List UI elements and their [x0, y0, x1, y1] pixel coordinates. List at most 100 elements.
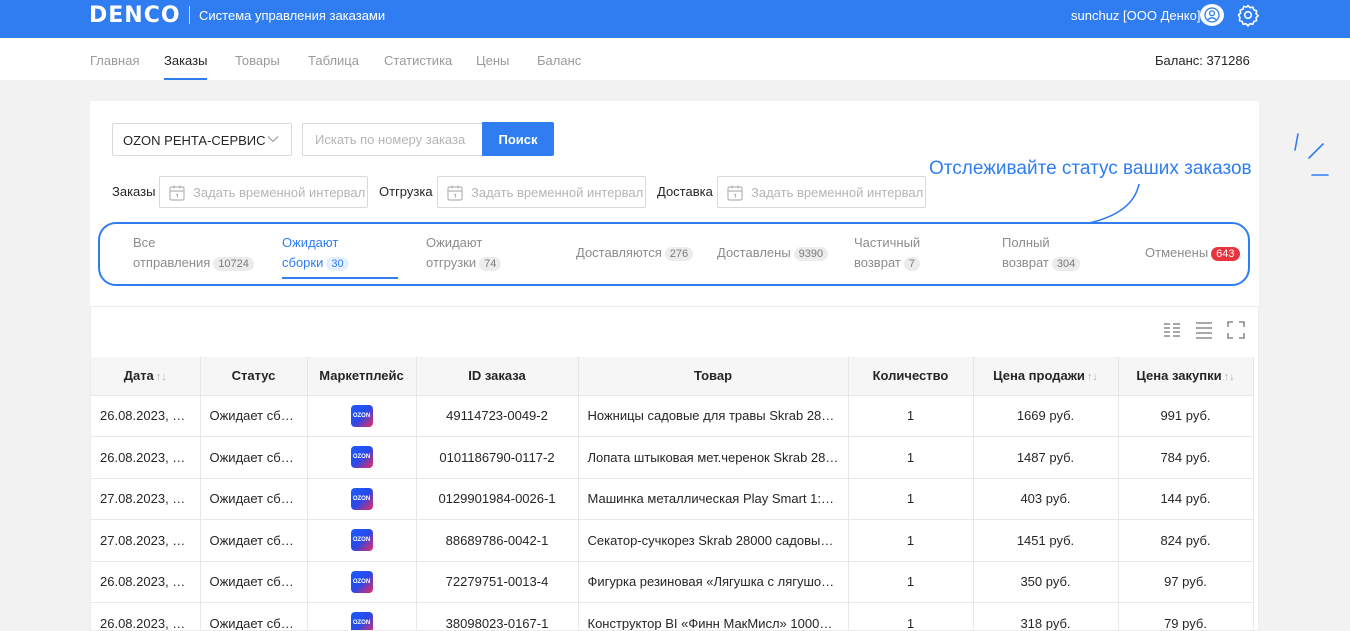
- calendar-icon: [169, 185, 185, 201]
- cell-order-id: 38098023-0167-1: [416, 602, 579, 630]
- tab-label: отгрузки: [426, 255, 477, 270]
- delivery-date-range[interactable]: Задать временной интервал: [717, 176, 926, 208]
- cell-status: Ожидает сбо...: [200, 602, 308, 630]
- tab-partial-return[interactable]: Частичный возврат 7: [854, 233, 920, 273]
- table-row[interactable]: 27.08.2023, 15... Ожидает сбо... OZON 88…: [91, 519, 1254, 562]
- calendar-icon: [447, 185, 463, 201]
- cell-date: 26.08.2023, 15...: [91, 395, 201, 437]
- tab-label: Полный: [1002, 235, 1050, 250]
- column-header-order-id: ID заказа: [416, 357, 579, 396]
- cell-sale-price: 350 руб.: [973, 561, 1119, 603]
- tab-label: Доставляются: [576, 245, 662, 260]
- chevron-down-icon: [267, 136, 279, 143]
- cell-quantity: 1: [848, 436, 974, 479]
- marketplace-select[interactable]: OZON РЕНТА-СЕРВИС: [112, 123, 292, 156]
- table-row[interactable]: 26.08.2023, 15... Ожидает сбо... OZON 01…: [91, 436, 1254, 479]
- cell-product: Ножницы садовые для травы Skrab 2805...: [578, 395, 849, 437]
- cell-quantity: 1: [848, 478, 974, 520]
- tab-count-badge: 304: [1051, 257, 1081, 271]
- cell-purchase-price: 79 руб.: [1118, 602, 1254, 630]
- cell-order-id: 72279751-0013-4: [416, 561, 579, 603]
- user-name[interactable]: sunchuz [ООО Денко]: [1071, 8, 1200, 23]
- shipment-date-range[interactable]: Задать временной интервал: [437, 176, 646, 208]
- cell-marketplace: OZON: [307, 395, 417, 437]
- settings-gear-icon[interactable]: [1236, 3, 1260, 27]
- shipment-date-placeholder: Задать временной интервал: [471, 185, 644, 200]
- cell-marketplace: OZON: [307, 436, 417, 479]
- cell-sale-price: 1451 руб.: [973, 519, 1119, 562]
- tab-all-shipments[interactable]: Все отправления 10724: [133, 233, 254, 273]
- cell-product: Машинка металлическая Play Smart 1:52 ..…: [578, 478, 849, 520]
- column-header-purchase-price[interactable]: Цена закупки ↑↓: [1118, 357, 1254, 396]
- table-row[interactable]: 26.08.2023, 16... Ожидает сбо... OZON 38…: [91, 602, 1254, 630]
- calendar-icon: [727, 185, 743, 201]
- table-header-row: Дата ↑↓ Статус Маркетплейс ID заказа Това…: [91, 357, 1254, 396]
- order-search-input[interactable]: [302, 123, 483, 156]
- orders-table-card: Дата ↑↓ Статус Маркетплейс ID заказа Това…: [90, 306, 1259, 631]
- balance-value: Баланс: 371286: [1155, 53, 1250, 68]
- cell-quantity: 1: [848, 561, 974, 603]
- cell-order-id: 49114723-0049-2: [416, 395, 579, 437]
- cell-order-id: 0129901984-0026-1: [416, 478, 579, 520]
- fullscreen-icon[interactable]: [1226, 320, 1246, 340]
- tab-label: Частичный: [854, 235, 921, 250]
- tab-full-return[interactable]: Полный возврат 304: [1002, 233, 1081, 273]
- density-icon[interactable]: [1194, 320, 1214, 340]
- orders-date-range[interactable]: Задать временной интервал: [159, 176, 368, 208]
- cell-purchase-price: 824 руб.: [1118, 519, 1254, 562]
- callout-arrow: [1088, 183, 1140, 224]
- table-row[interactable]: 26.08.2023, 15... Ожидает сбо... OZON 49…: [91, 395, 1254, 437]
- cell-order-id: 88689786-0042-1: [416, 519, 579, 562]
- column-header-label: Товар: [693, 368, 733, 384]
- cell-marketplace: OZON: [307, 602, 417, 630]
- cell-purchase-price: 97 руб.: [1118, 561, 1254, 603]
- tab-label: возврат: [1002, 255, 1049, 270]
- cell-product: Конструктор BI «Финн МакМисл» 10004 (...: [578, 602, 849, 630]
- tab-label: Все: [133, 235, 156, 250]
- cell-quantity: 1: [848, 602, 974, 630]
- cell-status: Ожидает сбо...: [200, 436, 308, 479]
- logo: DENCO: [89, 3, 181, 28]
- tab-count-badge: 10724: [213, 257, 254, 271]
- column-header-sale-price[interactable]: Цена продажи ↑↓: [973, 357, 1119, 396]
- tab-awaiting-shipment[interactable]: Ожидают отгрузки 74: [426, 233, 502, 273]
- column-header-product: Товар: [578, 357, 849, 396]
- table-row[interactable]: 27.08.2023, 14... Ожидает сбо... OZON 01…: [91, 478, 1254, 520]
- cell-date: 26.08.2023, 15...: [91, 436, 201, 479]
- cell-sale-price: 1487 руб.: [973, 436, 1119, 479]
- tab-active-indicator: [282, 277, 398, 279]
- tab-count-badge: 643: [1211, 247, 1240, 261]
- cell-order-id: 0101186790-0117-2: [416, 436, 579, 479]
- orders-table: Дата ↑↓ Статус Маркетплейс ID заказа Това…: [91, 357, 1254, 630]
- table-row[interactable]: 26.08.2023, 16... Ожидает сбо... OZON 72…: [91, 561, 1254, 603]
- tab-label: сборки: [282, 255, 324, 270]
- user-avatar-icon[interactable]: [1200, 4, 1224, 26]
- ozon-logo-icon: OZON: [350, 404, 373, 427]
- orders-date-placeholder: Задать временной интервал: [193, 185, 366, 200]
- nav-item-home[interactable]: Главная: [90, 53, 139, 68]
- tab-in-delivery[interactable]: Доставляются 276: [576, 243, 694, 263]
- cell-quantity: 1: [848, 519, 974, 562]
- tab-count-badge: 276: [664, 247, 694, 261]
- nav-item-prices[interactable]: Цены: [476, 53, 509, 68]
- nav-item-orders[interactable]: Заказы: [164, 53, 207, 68]
- nav-item-balance[interactable]: Баланс: [537, 53, 581, 68]
- tab-count-badge: 7: [903, 257, 920, 271]
- column-header-date[interactable]: Дата ↑↓: [91, 357, 201, 396]
- delivery-date-label: Доставка: [657, 184, 713, 199]
- cell-purchase-price: 784 руб.: [1118, 436, 1254, 479]
- column-header-marketplace: Маркетплейс: [307, 357, 417, 396]
- tab-label: Ожидают: [426, 235, 483, 250]
- tab-cancelled[interactable]: Отменены 643: [1145, 243, 1240, 263]
- tab-count-badge: 30: [326, 257, 349, 271]
- search-button[interactable]: Поиск: [482, 122, 554, 156]
- cell-product: Фигурка резиновая «Лягушка с лягушонк...: [578, 561, 849, 603]
- nav-item-table[interactable]: Таблица: [308, 53, 359, 68]
- tab-delivered[interactable]: Доставлены 9390: [717, 243, 829, 263]
- main-nav: Главная Заказы Товары Таблица Статистика…: [0, 38, 1350, 80]
- orders-date-label: Заказы: [112, 184, 156, 199]
- tab-awaiting-assembly[interactable]: Ожидают сборки 30: [282, 233, 349, 273]
- nav-item-products[interactable]: Товары: [235, 53, 280, 68]
- nav-item-statistics[interactable]: Статистика: [384, 53, 452, 68]
- column-settings-icon[interactable]: [1162, 320, 1182, 340]
